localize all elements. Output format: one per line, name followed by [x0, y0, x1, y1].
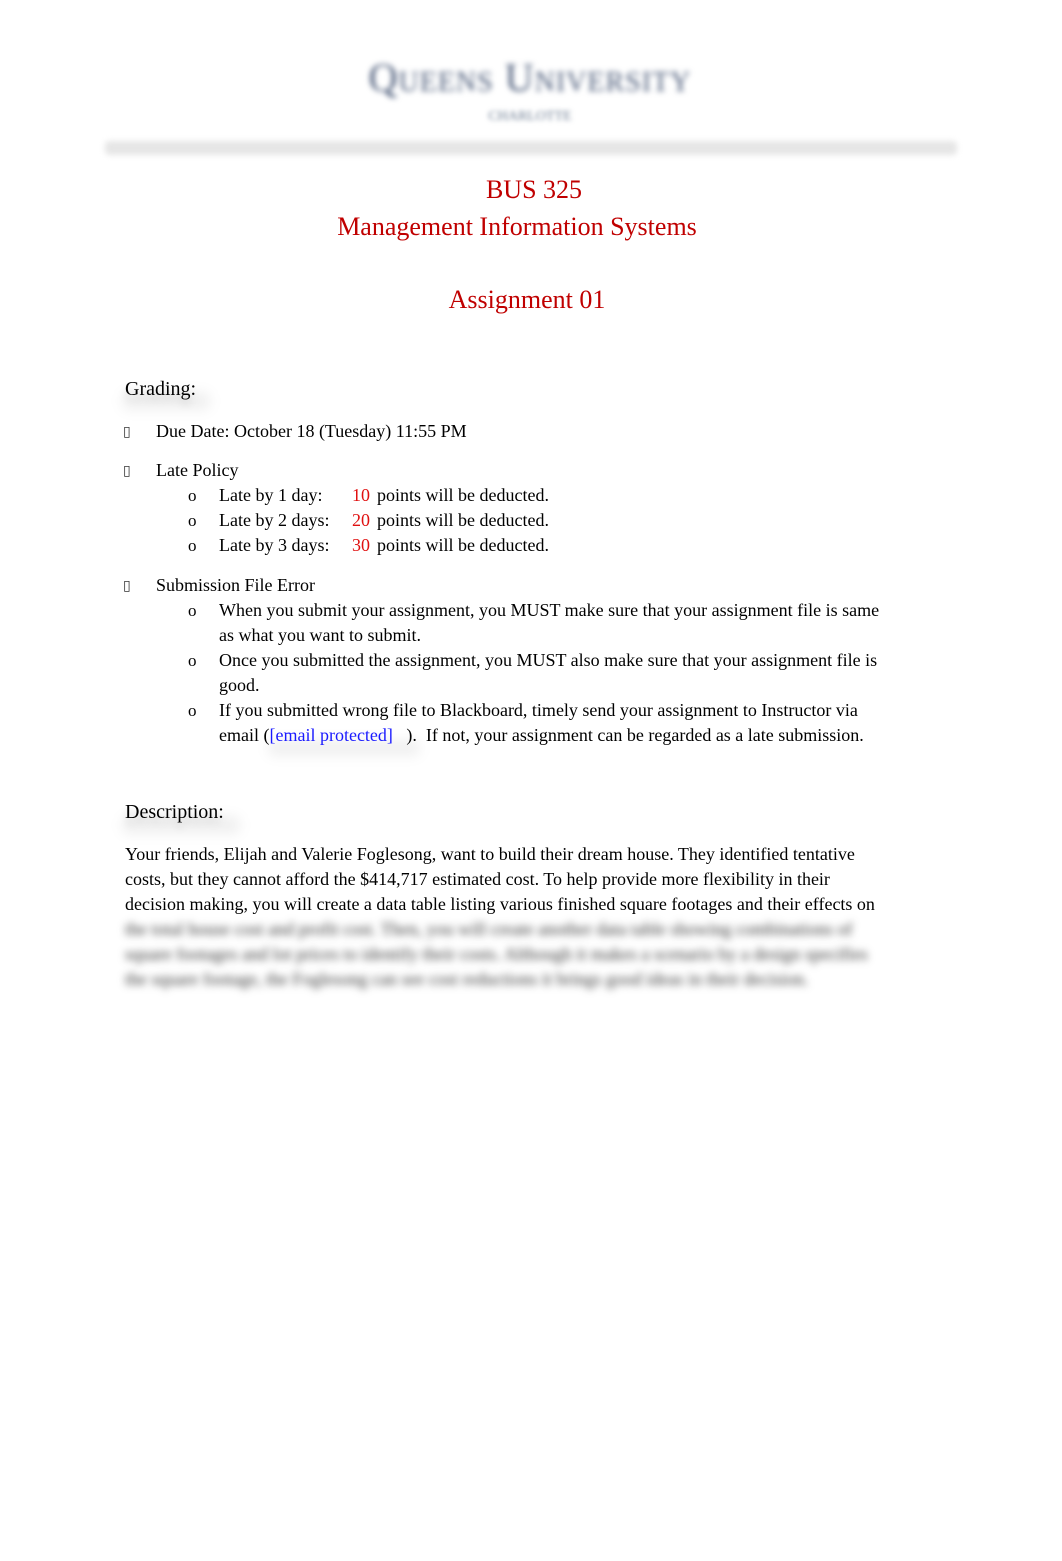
late-label: Late by 1 day: — [219, 485, 323, 505]
late-policy-label: Late Policy — [156, 460, 239, 480]
late-points: 20 — [352, 510, 370, 530]
instructor-email-link[interactable]: [email protected] — [269, 725, 392, 745]
description-line-blurred: square footages and lot prices to identi… — [125, 944, 868, 964]
submission-item-line: Once you submitted the assignment, you M… — [219, 650, 878, 670]
course-name: Management Information Systems — [337, 212, 697, 241]
square-bullet-icon: ▯ — [123, 579, 131, 594]
submission-item-line: If you submitted wrong file to Blackboar… — [219, 700, 858, 720]
description-heading: Description: — [125, 801, 224, 823]
submission-error-label: Submission File Error — [156, 575, 316, 595]
logo-name: Queens University — [368, 55, 692, 100]
late-suffix: points will be deducted. — [377, 510, 549, 530]
description-line: Your friends, Elijah and Valerie Fogleso… — [125, 844, 855, 864]
square-bullet-icon: ▯ — [123, 425, 131, 440]
description-line: costs, but they cannot afford the $414,7… — [125, 869, 830, 889]
late-points: 30 — [352, 535, 370, 555]
assignment-title: Assignment 01 — [448, 285, 606, 314]
description-line: decision making, you will create a data … — [125, 894, 875, 914]
square-bullet-icon: ▯ — [123, 464, 131, 479]
submission-item-line: good. — [219, 675, 260, 695]
circle-bullet-icon: o — [188, 651, 197, 670]
university-logo: Queens University CHARLOTTE — [345, 55, 715, 135]
circle-bullet-icon: o — [188, 536, 197, 555]
description-line-blurred: the total house cost and profit cost. Th… — [125, 919, 853, 939]
description-paragraph: Your friends, Elijah and Valerie Fogleso… — [125, 842, 935, 992]
late-suffix: points will be deducted. — [377, 485, 549, 505]
logo-subtitle: CHARLOTTE — [488, 109, 572, 124]
circle-bullet-icon: o — [188, 486, 197, 505]
submission-item-line: When you submit your assignment, you MUS… — [219, 600, 880, 620]
circle-bullet-icon: o — [188, 701, 197, 720]
late-points: 10 — [352, 485, 370, 505]
circle-bullet-icon: o — [188, 511, 197, 530]
description-line-blurred: the square footage, the Foglesong can se… — [125, 969, 809, 989]
course-code: BUS 325 — [485, 175, 583, 204]
circle-bullet-icon: o — [188, 601, 197, 620]
late-label: Late by 3 days: — [219, 535, 330, 555]
grading-heading: Grading: — [125, 378, 197, 400]
due-date: Due Date: October 18 (Tuesday) 11:55 PM — [156, 421, 467, 441]
email-prefix: email ( — [219, 725, 270, 745]
late-label: Late by 2 days: — [219, 510, 330, 530]
email-suffix: ). If not, your assignment can be regard… — [392, 725, 864, 745]
submission-item-line: email ([email protected] ). If not, your… — [219, 723, 864, 748]
header-divider — [105, 141, 957, 155]
late-suffix: points will be deducted. — [377, 535, 549, 555]
submission-item-line: as what you want to submit. — [219, 625, 421, 645]
